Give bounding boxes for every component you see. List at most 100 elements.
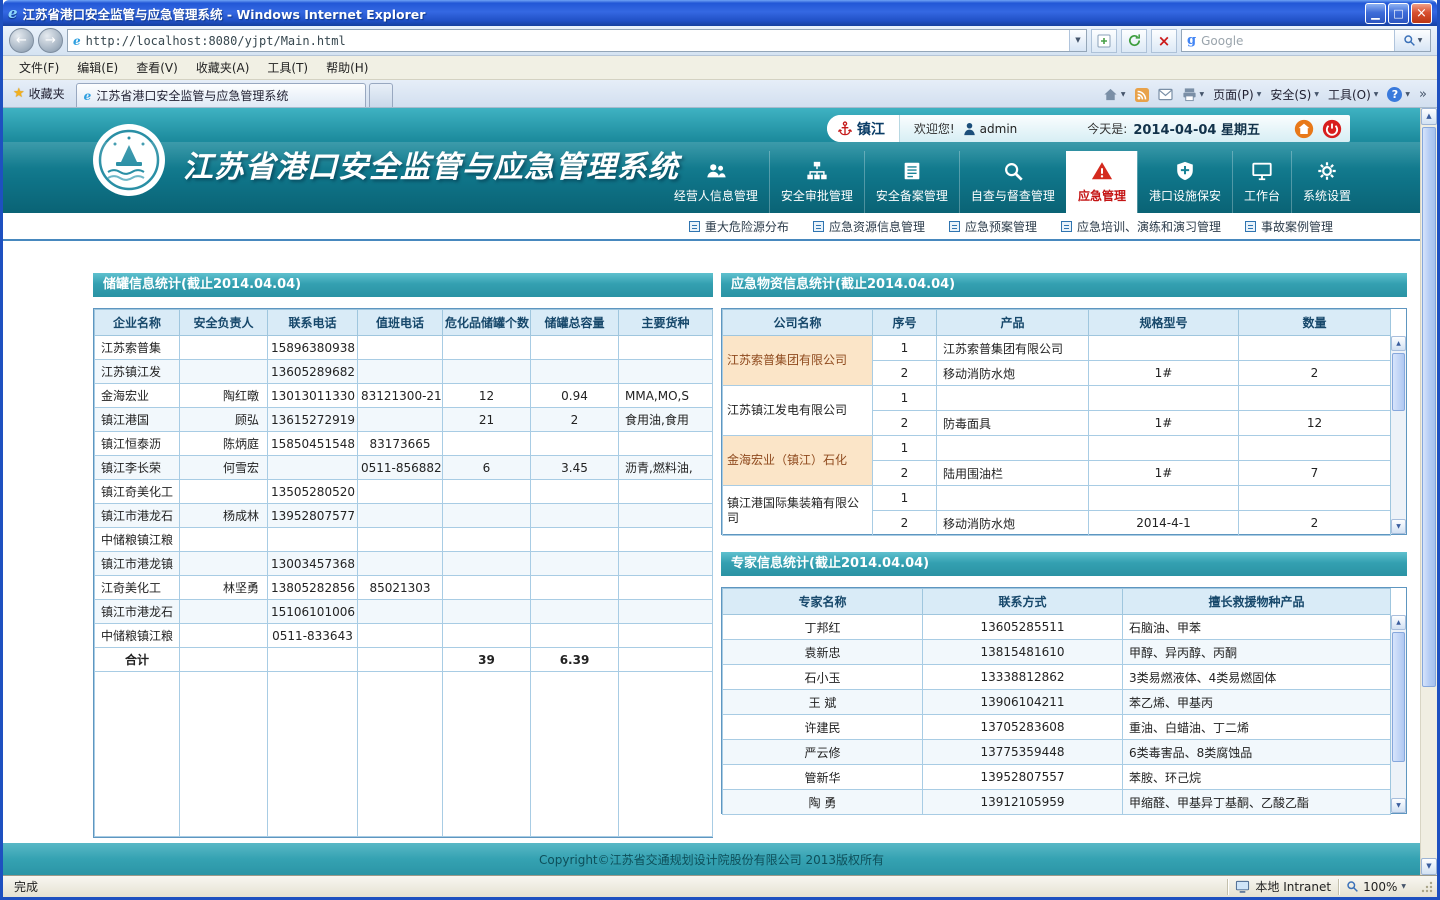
nav-emergency[interactable]: 应急管理 [1066, 151, 1137, 213]
nav-approval[interactable]: 安全审批管理 [769, 151, 864, 213]
scroll-down-icon[interactable]: ▼ [1391, 519, 1406, 534]
page-scrollbar[interactable]: ▲ ▼ [1420, 108, 1437, 875]
materials-table-row[interactable]: 江苏索普集团有限公司1江苏索普集团有限公司 [723, 336, 1391, 361]
window-titlebar[interactable]: e 江苏省港口安全监管与应急管理系统 - Windows Internet Ex… [3, 0, 1437, 26]
company-cell[interactable]: 金海宏业（镇江）石化 [723, 436, 873, 486]
print-button[interactable]: ▼ [1182, 87, 1205, 102]
stop-button[interactable]: × [1151, 29, 1177, 53]
tank-table-row[interactable]: 中储粮镇江粮0511-833643 [95, 624, 713, 648]
tank-table-row[interactable]: 金海宏业陶红暾1301301133083121300-21120.94MMA,M… [95, 384, 713, 408]
table-cell [358, 552, 443, 576]
company-cell[interactable]: 江苏索普集团有限公司 [723, 336, 873, 386]
materials-table-row[interactable]: 金海宏业（镇江）石化1 [723, 436, 1391, 461]
minimize-button[interactable]: ▁ [1365, 3, 1386, 24]
home-shortcut-icon[interactable] [1294, 119, 1314, 139]
close-button[interactable]: × [1411, 3, 1432, 24]
nav-port-security[interactable]: 港口设施保安 [1137, 151, 1232, 213]
chevron-more-icon[interactable]: » [1419, 87, 1427, 102]
table-cell: 食用油,食用 [619, 408, 713, 432]
tank-table-row[interactable]: 江奇美化工林坚勇1380528285685021303 [95, 576, 713, 600]
subnav-accident-cases[interactable]: 事故案例管理 [1245, 218, 1333, 235]
scroll-up-icon[interactable]: ▲ [1421, 108, 1437, 125]
scroll-up-icon[interactable]: ▲ [1391, 615, 1406, 630]
logout-power-icon[interactable] [1322, 119, 1342, 139]
back-button[interactable]: ← [9, 28, 34, 53]
experts-table-row[interactable]: 陶 勇13912105959甲缩醛、甲基异丁基酮、乙酸乙酯 [723, 790, 1391, 815]
nav-operators[interactable]: 经营人信息管理 [663, 151, 769, 213]
experts-table-row[interactable]: 石小玉133388128623类易燃液体、4类易燃固体 [723, 665, 1391, 690]
resize-grip[interactable] [1420, 880, 1434, 894]
scrollbar-thumb[interactable] [1392, 353, 1405, 411]
company-cell[interactable]: 镇江港国际集装箱有限公司 [723, 486, 873, 536]
nav-workbench[interactable]: 工作台 [1232, 151, 1291, 213]
nav-settings[interactable]: 系统设置 [1291, 151, 1362, 213]
browser-tab-active[interactable]: e 江苏省港口安全监管与应急管理系统 [76, 83, 366, 107]
tank-table-row[interactable]: 镇江李长荣何雪宏0511-85688263.45沥青,燃料油, [95, 456, 713, 480]
scroll-down-icon[interactable]: ▼ [1421, 858, 1437, 875]
experts-table-row[interactable]: 严云修137753594486类毒害品、8类腐蚀品 [723, 740, 1391, 765]
read-mail-button[interactable] [1158, 88, 1173, 101]
menu-help[interactable]: 帮助(H) [318, 57, 376, 78]
tank-table-row[interactable]: 镇江奇美化工13505280520 [95, 480, 713, 504]
materials-table-row[interactable]: 镇江港国际集装箱有限公司1 [723, 486, 1391, 511]
scroll-down-icon[interactable]: ▼ [1391, 798, 1406, 813]
tank-table-row[interactable]: 江苏镇江发13605289682 [95, 360, 713, 384]
refresh-button[interactable] [1121, 29, 1147, 53]
tank-table-row[interactable]: 镇江恒泰沥陈炳庭1585045154883173665 [95, 432, 713, 456]
favorites-button[interactable]: ★ 收藏夹 [7, 82, 73, 107]
address-field[interactable]: e http://localhost:8080/yjpt/Main.html ▼ [67, 29, 1087, 52]
scroll-up-icon[interactable]: ▲ [1391, 336, 1406, 351]
menu-file[interactable]: 文件(F) [11, 57, 67, 78]
subnav-plan-management[interactable]: 应急预案管理 [949, 218, 1037, 235]
tank-table-row[interactable]: 镇江港国顾弘13615272919212食用油,食用 [95, 408, 713, 432]
help-button[interactable]: ? ▼ [1387, 87, 1410, 102]
menu-tools[interactable]: 工具(T) [259, 57, 316, 78]
experts-table-row[interactable]: 王 斌13906104211苯乙烯、甲基丙 [723, 690, 1391, 715]
table-cell [358, 600, 443, 624]
page-menu-button[interactable]: 页面(P) ▼ [1213, 86, 1261, 103]
menu-favorites[interactable]: 收藏夹(A) [188, 57, 258, 78]
table-cell [1089, 436, 1239, 461]
subnav-training-drill[interactable]: 应急培训、演练和演习管理 [1061, 218, 1221, 235]
total-cell [180, 648, 268, 672]
experts-table-row[interactable]: 丁邦红13605285511石脑油、甲苯 [723, 615, 1391, 640]
tank-table-row[interactable]: 镇江市港龙石15106101006 [95, 600, 713, 624]
tank-table-row[interactable]: 镇江市港龙石杨成林13952807577 [95, 504, 713, 528]
menu-view[interactable]: 查看(V) [128, 57, 186, 78]
subnav-resource-info[interactable]: 应急资源信息管理 [813, 218, 925, 235]
tools-menu-button[interactable]: 工具(O) ▼ [1328, 86, 1378, 103]
scrollbar-thumb[interactable] [1392, 632, 1405, 762]
materials-table-row[interactable]: 江苏镇江发电有限公司1 [723, 386, 1391, 411]
tank-table-row[interactable]: 江苏索普集15896380938 [95, 336, 713, 360]
table-cell: 江奇美化工 [95, 576, 180, 600]
status-separator [1338, 879, 1339, 895]
subnav-hazard-distribution[interactable]: 重大危险源分布 [689, 218, 789, 235]
home-button[interactable]: ▼ [1103, 87, 1126, 102]
experts-table-row[interactable]: 袁新忠13815481610甲醇、异丙醇、丙酮 [723, 640, 1391, 665]
zoom-control[interactable]: 100% ▼ [1346, 880, 1416, 894]
experts-table-row[interactable]: 许建民13705283608重油、白蜡油、丁二烯 [723, 715, 1391, 740]
safety-menu-button[interactable]: 安全(S) ▼ [1270, 86, 1319, 103]
experts-scrollbar[interactable]: ▲ ▼ [1390, 615, 1406, 813]
search-input[interactable]: Google [1201, 34, 1389, 48]
address-dropdown-button[interactable]: ▼ [1069, 30, 1086, 51]
url-text[interactable]: http://localhost:8080/yjpt/Main.html [86, 34, 1064, 48]
company-cell[interactable]: 江苏镇江发电有限公司 [723, 386, 873, 436]
tank-table-row[interactable]: 中储粮镇江粮 [95, 528, 713, 552]
tank-table-row[interactable]: 镇江市港龙镇13003457368 [95, 552, 713, 576]
experts-table-row[interactable]: 管新华13952807557苯胺、环己烷 [723, 765, 1391, 790]
new-tab-button[interactable] [369, 83, 393, 107]
column-header: 公司名称 [723, 310, 873, 336]
search-button[interactable]: ▼ [1394, 30, 1430, 51]
maximize-button[interactable]: □ [1388, 3, 1409, 24]
forward-button[interactable]: → [38, 28, 63, 53]
compatibility-view-button[interactable] [1091, 29, 1117, 53]
menu-edit[interactable]: 编辑(E) [69, 57, 126, 78]
nav-filing[interactable]: 安全备案管理 [864, 151, 959, 213]
nav-inspection[interactable]: 自查与督查管理 [959, 151, 1066, 213]
feeds-button[interactable] [1135, 88, 1149, 102]
scrollbar-thumb[interactable] [1422, 127, 1436, 687]
column-header: 值班电话 [358, 310, 443, 336]
search-box[interactable]: g Google ▼ [1181, 29, 1431, 52]
materials-scrollbar[interactable]: ▲ ▼ [1390, 336, 1406, 534]
